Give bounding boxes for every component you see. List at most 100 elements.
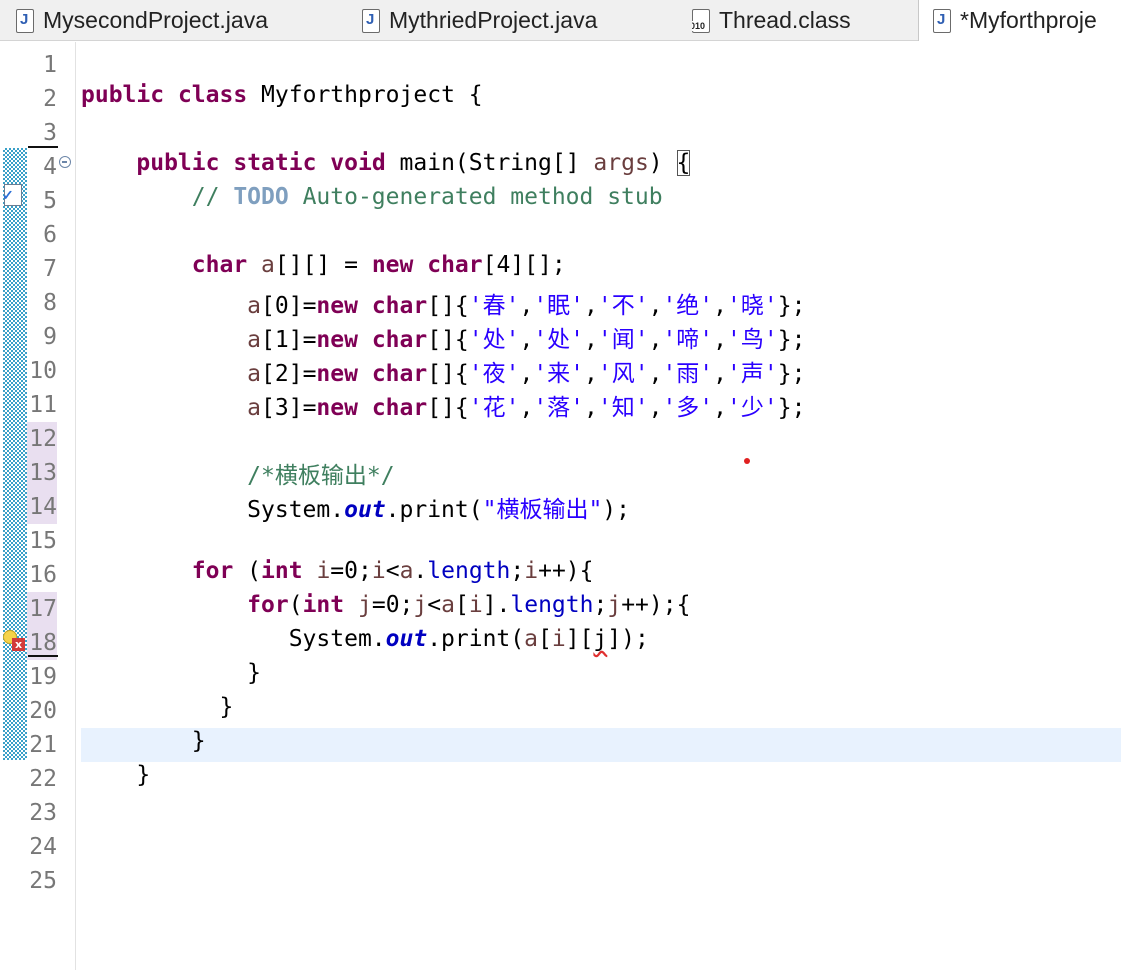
code-token: // (191, 184, 234, 210)
code-token: }; (777, 293, 806, 319)
tab-mythriedproject[interactable]: MythriedProject.java (362, 0, 672, 41)
code-token: }; (777, 327, 806, 353)
code-token: args (593, 150, 649, 176)
code-token: '花' (468, 395, 520, 421)
code-line[interactable]: a[1]=new char[]{'处','处','闻','啼','鸟'}; (81, 320, 1121, 354)
code-token: '少' (727, 395, 778, 421)
line-number: 19 (29, 664, 57, 690)
code-token: i (468, 592, 483, 618)
code-token: ]. (482, 592, 511, 618)
tab-thread-class[interactable]: Thread.class (692, 0, 912, 41)
code-token: ( (288, 592, 303, 618)
code-line[interactable]: } (81, 762, 1121, 796)
code-token: < (385, 558, 400, 584)
error-quickfix-icon[interactable]: x (3, 628, 27, 652)
quick-diff-marker (28, 655, 58, 657)
code-token: int (261, 558, 303, 584)
code-line[interactable] (81, 48, 1121, 82)
code-line[interactable] (81, 422, 1121, 456)
code-line[interactable]: public static void main(String[] args) { (81, 150, 1121, 184)
code-line[interactable]: System.out.print("横板输出"); (81, 490, 1121, 524)
code-area[interactable]: public class Myforthproject { public sta… (81, 42, 1121, 970)
code-token: "横板输出" (482, 497, 603, 523)
code-line[interactable]: } (81, 728, 1121, 762)
code-token: char (191, 252, 248, 278)
line-number: 15 (29, 528, 57, 554)
java-file-icon (16, 8, 34, 33)
code-token: [2]= (261, 361, 317, 387)
code-line[interactable]: } (81, 694, 1121, 728)
code-token: '知' (597, 395, 649, 421)
collapse-icon[interactable] (59, 156, 71, 168)
tab-myforthproject[interactable]: *Myforthproje (918, 0, 1121, 41)
code-token: class (177, 82, 248, 108)
code-token: , (648, 327, 663, 353)
line-number: 24 (29, 834, 57, 860)
task-icon[interactable] (2, 184, 22, 206)
code-token: new (316, 395, 358, 421)
code-token: , (648, 361, 663, 387)
line-number: 22 (29, 766, 57, 792)
code-token: , (713, 361, 728, 387)
code-line[interactable]: a[2]=new char[]{'夜','来','风','雨','声'}; (81, 354, 1121, 388)
code-token: '闻' (597, 327, 649, 353)
code-token: new (316, 361, 358, 387)
code-token: .print( (385, 497, 483, 523)
code-token: []{ (427, 361, 469, 387)
code-line[interactable] (81, 864, 1121, 898)
code-editor[interactable]: 1 2 3 4 5 6 7 8 9 10 11 12 13 14 15 16 17 18 19 20 21 22 23 24 2… (0, 42, 1121, 970)
line-number: 13 (27, 456, 57, 490)
tab-mysecondproject[interactable]: MysecondProject.java (16, 0, 346, 41)
code-token: , (713, 395, 728, 421)
java-file-icon (933, 8, 951, 33)
code-line[interactable] (81, 524, 1121, 558)
code-line[interactable]: a[0]=new char[]{'春','眠','不','绝','晓'}; (81, 286, 1121, 320)
code-line[interactable]: /*横板输出*/ (81, 456, 1121, 490)
code-line[interactable]: // TODO Auto-generated method stub (81, 184, 1121, 218)
code-token: '眠' (533, 293, 585, 319)
code-token: } (81, 660, 262, 686)
code-token: , (713, 293, 728, 319)
code-line[interactable] (81, 218, 1121, 252)
code-token: }; (777, 395, 806, 421)
code-line[interactable]: } (81, 660, 1121, 694)
code-token: '晓' (727, 293, 778, 319)
code-line[interactable]: a[3]=new char[]{'花','落','知','多','少'}; (81, 388, 1121, 422)
tab-label: *Myforthproje (960, 7, 1097, 33)
code-token: , (648, 395, 663, 421)
code-token: [1]= (261, 327, 317, 353)
code-token: ) (648, 150, 677, 176)
code-token: char (427, 252, 483, 278)
code-line[interactable] (81, 830, 1121, 864)
code-line[interactable]: char a[][] = new char[4][]; (81, 252, 1121, 286)
line-number: 2 (43, 86, 57, 112)
code-token: } (81, 728, 206, 754)
code-token: '雨' (662, 361, 714, 387)
line-number: 25 (29, 868, 57, 894)
code-token: a (247, 361, 262, 387)
code-token: '处' (533, 327, 585, 353)
code-line[interactable]: System.out.print(a[i][j]); (81, 626, 1121, 660)
line-number-gutter: 1 2 3 4 5 6 7 8 9 10 11 12 13 14 15 16 17 18 19 20 21 22 23 24 2… (27, 42, 76, 970)
line-number: 10 (29, 358, 57, 384)
code-token: , (519, 361, 534, 387)
code-line[interactable]: public class Myforthproject { (81, 82, 1121, 116)
line-number: 5 (43, 188, 57, 214)
code-line[interactable] (81, 116, 1121, 150)
line-number: 12 (27, 422, 57, 456)
code-line[interactable] (81, 796, 1121, 830)
code-token: [ (454, 592, 469, 618)
code-line[interactable]: for(int j=0;j<a[i].length;j++);{ (81, 592, 1121, 626)
code-line[interactable]: for (int i=0;i<a.length;i++){ (81, 558, 1121, 592)
code-token: for (247, 592, 289, 618)
code-token: } (81, 694, 234, 720)
code-token: i (551, 626, 566, 652)
